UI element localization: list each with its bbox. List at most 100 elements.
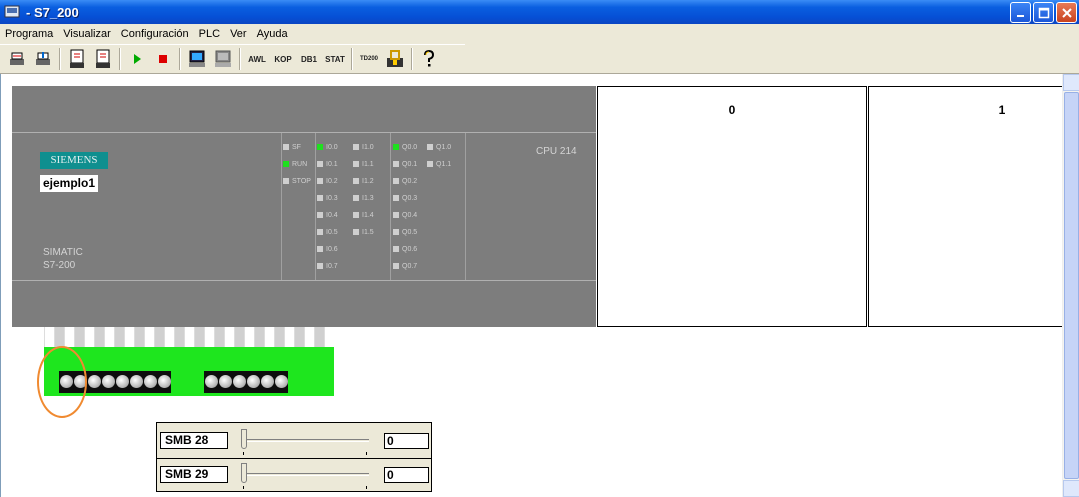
offline-button[interactable] <box>211 47 235 71</box>
byte0-input-switch[interactable] <box>101 375 115 388</box>
led-label: I1.5 <box>362 228 374 236</box>
led-label: I1.4 <box>362 211 374 219</box>
open-button[interactable] <box>5 47 29 71</box>
help-button[interactable] <box>417 47 441 71</box>
input-led: I0.6 <box>317 244 338 254</box>
led-indicator <box>317 263 323 269</box>
led-label: I0.6 <box>326 245 338 253</box>
smb28-slider[interactable] <box>231 426 381 456</box>
kop-label: KOP <box>274 54 292 64</box>
led-indicator <box>317 229 323 235</box>
menu-programa[interactable]: Programa <box>0 28 58 40</box>
led-label: I0.0 <box>326 143 338 151</box>
load-program-button[interactable] <box>65 47 89 71</box>
awl-button[interactable]: AWL <box>245 47 269 71</box>
terminal-tooth <box>324 327 334 347</box>
led-indicator <box>353 229 359 235</box>
password-button[interactable] <box>383 47 407 71</box>
highlight-circle <box>37 346 87 418</box>
scroll-thumb[interactable] <box>1064 92 1079 479</box>
led-label: I0.3 <box>326 194 338 202</box>
scroll-up-button[interactable] <box>1063 74 1079 91</box>
led-label: Q0.1 <box>402 160 418 168</box>
terminal-tooth <box>124 327 134 347</box>
output-led: Q0.6 <box>393 244 417 254</box>
program-load-icon <box>70 49 84 68</box>
slider-track <box>241 473 369 476</box>
minimize-button[interactable] <box>1010 2 1031 23</box>
led-label: Q0.4 <box>402 211 418 219</box>
save-button[interactable] <box>31 47 55 71</box>
toolbar-separator <box>59 48 61 70</box>
smb28-value[interactable]: 0 <box>384 433 429 449</box>
input-led: I1.2 <box>353 176 374 186</box>
input-led: I1.5 <box>353 227 374 237</box>
data-load-icon <box>96 49 110 68</box>
load-data-button[interactable] <box>91 47 115 71</box>
simatic-line1: SIMATIC <box>43 247 83 258</box>
expansion-module-0[interactable]: 0 <box>597 86 867 327</box>
terminal-tooth <box>294 327 304 347</box>
divider <box>281 133 282 280</box>
terminal-tooth <box>184 327 194 347</box>
byte1-input-switch[interactable] <box>232 375 246 388</box>
stat-button[interactable]: STAT <box>323 47 347 71</box>
menu-ayuda[interactable]: Ayuda <box>252 28 293 40</box>
db1-button[interactable]: DB1 <box>297 47 321 71</box>
slider-tick <box>366 452 367 455</box>
slider-thumb[interactable] <box>241 429 247 449</box>
lock-icon <box>387 50 403 67</box>
led-label: I0.7 <box>326 262 338 270</box>
byte0-input-switch[interactable] <box>115 375 129 388</box>
expansion-module-1[interactable]: 1 <box>868 86 1062 327</box>
smb29-slider[interactable] <box>231 460 381 490</box>
led-label: STOP <box>292 177 311 185</box>
byte1-input-switch[interactable] <box>204 375 218 388</box>
run-button[interactable] <box>125 47 149 71</box>
cpu-band-top <box>12 132 596 133</box>
td200-button[interactable]: TD200 <box>357 47 381 71</box>
byte0-input-switch[interactable] <box>143 375 157 388</box>
module-number: 0 <box>728 103 736 117</box>
byte1-input-switch[interactable] <box>218 375 232 388</box>
close-icon <box>1061 7 1072 18</box>
led-label: Q0.5 <box>402 228 418 236</box>
menu-visualizar[interactable]: Visualizar <box>58 28 116 40</box>
byte1-input-switch[interactable] <box>274 375 288 388</box>
input-led: I0.5 <box>317 227 338 237</box>
terminal-tooth <box>104 327 114 347</box>
led-label: I1.0 <box>362 143 374 151</box>
byte1-input-switch[interactable] <box>260 375 274 388</box>
stop-button[interactable] <box>151 47 175 71</box>
byte0-input-switch[interactable] <box>129 375 143 388</box>
smb-panel: SMB 28 0 SMB 29 0 <box>156 422 432 492</box>
kop-button[interactable]: KOP <box>271 47 295 71</box>
menu-configuracion[interactable]: Configuración <box>116 28 194 40</box>
scroll-down-button[interactable] <box>1063 480 1079 497</box>
input-switches-byte1 <box>204 371 288 393</box>
smb29-value[interactable]: 0 <box>384 467 429 483</box>
online-button[interactable] <box>185 47 209 71</box>
divider <box>315 133 316 280</box>
menu-plc[interactable]: PLC <box>194 28 225 40</box>
simatic-line2: S7-200 <box>43 260 76 271</box>
td200-label: TD200 <box>359 56 378 62</box>
led-indicator <box>427 161 433 167</box>
byte0-input-switch[interactable] <box>157 375 171 388</box>
status-led: STOP <box>283 176 311 186</box>
terminal-tooth <box>284 327 294 347</box>
led-label: Q0.2 <box>402 177 418 185</box>
terminal-tooth <box>224 327 234 347</box>
vertical-scrollbar[interactable] <box>1062 74 1079 497</box>
slider-thumb[interactable] <box>241 463 247 483</box>
byte0-input-switch[interactable] <box>87 375 101 388</box>
maximize-button[interactable] <box>1033 2 1054 23</box>
byte1-input-switch[interactable] <box>246 375 260 388</box>
smb-label: SMB 28 <box>160 432 228 449</box>
toolbar-empty-area <box>465 44 1079 74</box>
project-name: ejemplo1 <box>40 175 99 192</box>
terminal-tooth <box>274 327 284 347</box>
led-indicator <box>427 144 433 150</box>
close-button[interactable] <box>1056 2 1077 23</box>
menu-ver[interactable]: Ver <box>225 28 252 40</box>
